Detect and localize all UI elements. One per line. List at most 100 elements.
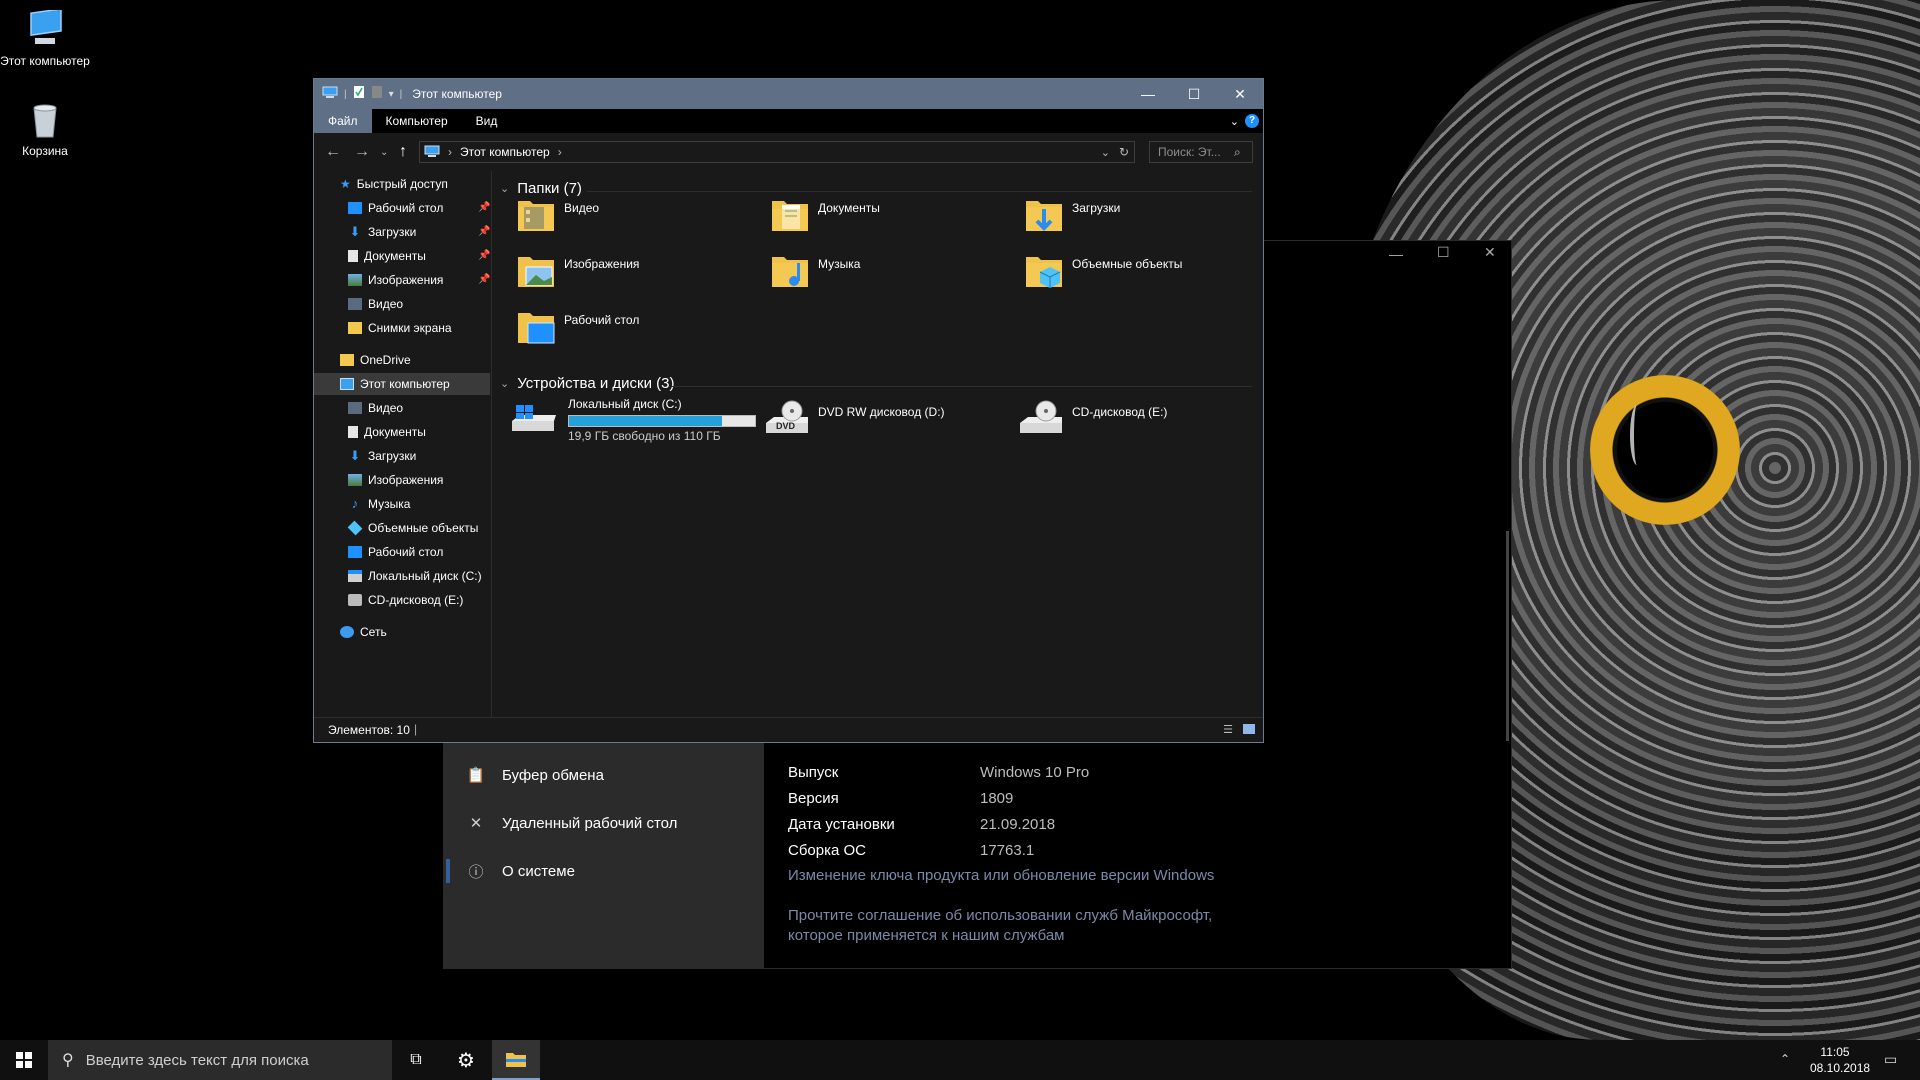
spec-key: Сборка ОС	[788, 842, 867, 859]
folder-tile-documents[interactable]: Документы	[770, 193, 880, 235]
pin-icon[interactable]: 📌	[478, 269, 490, 291]
nav-pc-video[interactable]: Видео	[348, 397, 403, 419]
nav-pc-3d-objects[interactable]: Объемные объекты	[347, 517, 479, 539]
close-button[interactable]: ✕	[1217, 79, 1263, 109]
tab-view[interactable]: Вид	[462, 109, 512, 133]
collapse-chevron-icon[interactable]: ⌄	[500, 182, 509, 195]
forward-arrow-icon[interactable]: →	[354, 143, 370, 161]
show-hidden-icons-icon[interactable]: ⌃	[1780, 1052, 1790, 1066]
maximize-button[interactable]: ☐	[1437, 244, 1450, 261]
nav-label: Документы	[364, 425, 426, 439]
settings-nav: 📋 Буфер обмена ✕ Удаленный рабочий стол …	[444, 741, 764, 968]
nav-pc-music[interactable]: ♪ Музыка	[348, 493, 411, 515]
star-icon: ★	[340, 177, 351, 191]
maximize-button[interactable]: ☐	[1171, 79, 1217, 109]
nav-item-video[interactable]: Видео	[348, 293, 403, 315]
nav-label: Загрузки	[368, 225, 417, 239]
drive-icon	[348, 570, 362, 582]
task-view-button[interactable]: ⧉	[392, 1040, 440, 1080]
desktop-icon-this-pc[interactable]: Этот компьютер	[0, 8, 90, 69]
nav-item-label: Буфер обмена	[502, 766, 604, 784]
minimize-button[interactable]: —	[1389, 246, 1403, 262]
nav-item-documents[interactable]: Документы 📌	[348, 245, 490, 267]
nav-this-pc[interactable]: Этот компьютер	[340, 373, 450, 395]
breadcrumb-chevron-icon[interactable]: ›	[558, 145, 562, 159]
content-pane: ⌄ Папки (7) Видео Документы Загрузки Изо…	[492, 171, 1263, 719]
nav-item-desktop[interactable]: Рабочий стол 📌	[348, 197, 490, 219]
pin-icon[interactable]: 📌	[478, 221, 490, 243]
folder-tile-desktop[interactable]: Рабочий стол	[516, 305, 639, 347]
back-arrow-icon[interactable]: ←	[325, 143, 341, 161]
notifications-icon[interactable]: ▭	[1884, 1051, 1897, 1068]
taskbar-clock[interactable]: 11:05 08.10.2018	[1810, 1044, 1870, 1076]
settings-taskbar-button[interactable]: ⚙	[442, 1040, 490, 1080]
start-button[interactable]	[0, 1040, 48, 1080]
refresh-icon[interactable]: ↻	[1119, 145, 1129, 159]
nav-quick-access[interactable]: ★ Быстрый доступ	[340, 173, 448, 195]
help-icon[interactable]: ?	[1245, 114, 1259, 128]
nav-pc-desktop[interactable]: Рабочий стол	[348, 541, 443, 563]
nav-pc-local-disk[interactable]: Локальный диск (C:)	[348, 565, 482, 587]
properties-icon[interactable]	[353, 85, 365, 104]
nav-item-downloads[interactable]: ⬇ Загрузки 📌	[348, 221, 491, 243]
up-arrow-icon[interactable]: ↑	[399, 143, 407, 161]
breadcrumb-this-pc[interactable]: Этот компьютер	[460, 145, 550, 159]
info-icon: ⓘ	[468, 863, 484, 881]
folder-tile-pictures[interactable]: Изображения	[516, 249, 639, 291]
agreement-link-line2[interactable]: которое применяется к нашим службам	[788, 926, 1065, 946]
nav-onedrive[interactable]: OneDrive	[340, 349, 411, 371]
agreement-link-line1[interactable]: Прочтите соглашение об использовании слу…	[788, 906, 1212, 926]
pin-icon[interactable]: 📌	[478, 245, 490, 267]
folder-label: Загрузки	[1072, 201, 1121, 215]
expand-ribbon-icon[interactable]: ⌄	[1230, 115, 1239, 128]
address-dropdown-icon[interactable]: ⌄	[1101, 146, 1110, 159]
tab-computer[interactable]: Компьютер	[372, 109, 462, 133]
drive-tile-e[interactable]: CD-дисковод (E:)	[1018, 397, 1167, 439]
folder-tile-downloads[interactable]: Загрузки	[1024, 193, 1120, 235]
desktop-folder-icon	[516, 305, 556, 347]
details-view-icon[interactable]: ☰	[1223, 723, 1233, 736]
recent-locations-icon[interactable]: ⌄	[380, 147, 388, 158]
file-explorer-taskbar-button[interactable]	[492, 1040, 540, 1080]
nav-pc-downloads[interactable]: ⬇ Загрузки	[348, 445, 417, 467]
title-bar[interactable]: | ▾ | Этот компьютер — ☐ ✕	[314, 79, 1263, 109]
desktop-icon-recycle-bin[interactable]: Корзина	[0, 100, 90, 159]
product-key-link[interactable]: Изменение ключа продукта или обновление …	[788, 866, 1214, 886]
nav-item-remote-desktop[interactable]: ✕ Удаленный рабочий стол	[464, 811, 678, 835]
large-icons-view-icon[interactable]	[1243, 724, 1255, 734]
collapse-chevron-icon[interactable]: ⌄	[500, 377, 509, 390]
nav-item-screenshots[interactable]: Снимки экрана	[348, 317, 452, 339]
folder-tile-music[interactable]: Музыка	[770, 249, 860, 291]
breadcrumb-chevron-icon[interactable]: ›	[448, 145, 452, 159]
nav-pc-pictures[interactable]: Изображения	[348, 469, 443, 491]
drive-tile-c[interactable]: Локальный диск (C:) 19,9 ГБ свободно из …	[510, 397, 756, 443]
spec-key: Выпуск	[788, 764, 839, 781]
dvd-badge-text: DVD	[776, 421, 796, 431]
nav-item-clipboard[interactable]: 📋 Буфер обмена	[464, 763, 604, 787]
nav-pc-documents[interactable]: Документы	[348, 421, 426, 443]
computer-icon	[25, 8, 65, 50]
nav-label: Объемные объекты	[368, 521, 479, 535]
pin-icon[interactable]: 📌	[478, 197, 490, 219]
minimize-button[interactable]: —	[1125, 79, 1171, 109]
quick-access-toolbar-dropdown-icon[interactable]: ▾	[389, 89, 394, 100]
drive-usage-bar	[568, 415, 756, 427]
document-icon	[348, 250, 358, 262]
close-button[interactable]: ✕	[1484, 244, 1496, 261]
address-bar[interactable]: › Этот компьютер › ⌄ ↻	[419, 141, 1135, 163]
nav-item-pictures[interactable]: Изображения 📌	[348, 269, 490, 291]
folder-label: Изображения	[564, 257, 640, 271]
tab-file[interactable]: Файл	[314, 109, 372, 133]
nav-item-label: О системе	[502, 862, 575, 880]
group-divider	[587, 191, 1252, 192]
nav-network[interactable]: Сеть	[340, 621, 387, 643]
nav-item-about[interactable]: ⓘ О системе	[464, 859, 575, 883]
folder-tile-video[interactable]: Видео	[516, 193, 599, 235]
group-header-devices[interactable]: ⌄ Устройства и диски (3)	[500, 375, 674, 392]
new-folder-icon[interactable]	[371, 85, 383, 104]
taskbar-search-box[interactable]: ⚲ Введите здесь текст для поиска	[48, 1040, 392, 1080]
drive-tile-d[interactable]: DVD DVD RW дисковод (D:)	[764, 397, 945, 439]
nav-pc-cd-drive[interactable]: CD-дисковод (E:)	[348, 589, 463, 611]
folder-tile-3d-objects[interactable]: Объемные объекты	[1024, 249, 1182, 291]
clipboard-icon: 📋	[466, 767, 486, 784]
